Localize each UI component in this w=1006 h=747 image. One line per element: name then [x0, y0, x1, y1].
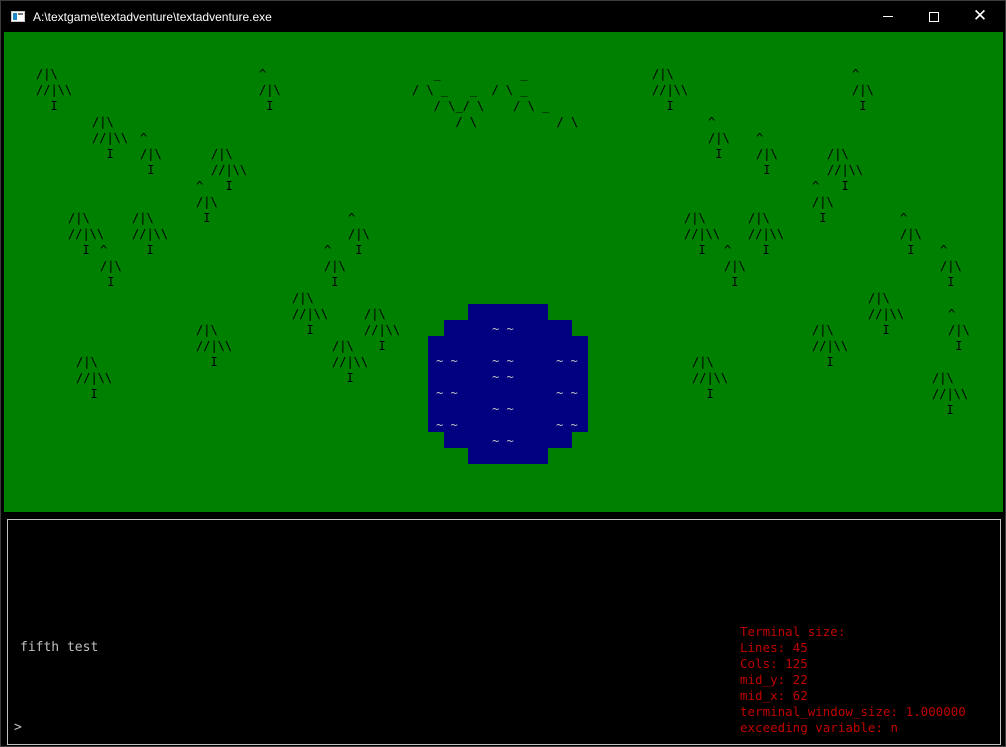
- close-button[interactable]: ✕: [957, 1, 1003, 32]
- tree: ^ /|\ I: [196, 179, 218, 225]
- tree: /|\ //|\\ I: [332, 339, 369, 385]
- debug-line: Terminal size:: [740, 624, 846, 639]
- close-icon: ✕: [972, 6, 988, 26]
- wave: ~ ~: [436, 386, 458, 400]
- debug-line: Lines: 45: [740, 640, 808, 655]
- tree: ^ /|\ I: [756, 131, 778, 177]
- tree: ^ /|\ I: [948, 307, 970, 353]
- tree: ^ /|\ I: [812, 179, 834, 225]
- wave: ~ ~: [492, 402, 514, 416]
- tree: ^ /|\ I: [348, 211, 370, 257]
- console-app-icon: [11, 11, 25, 22]
- tree: /|\ //|\\ I: [684, 211, 721, 257]
- title-bar[interactable]: A:\textgame\textadventure\textadventure.…: [1, 1, 1005, 32]
- wave: ~ ~: [492, 354, 514, 368]
- maximize-icon: [929, 11, 939, 22]
- tree: ^ /|\ I: [708, 115, 730, 161]
- game-message: fifth test: [20, 640, 99, 655]
- maximize-button[interactable]: [911, 1, 957, 32]
- tree: ^ /|\ I: [900, 211, 922, 257]
- tree: ^ /|\ I: [100, 243, 122, 289]
- tree: /|\ //|\\ I: [76, 355, 113, 401]
- wave: ~ ~: [556, 354, 578, 368]
- wave: ~ ~: [436, 354, 458, 368]
- debug-line: mid_y: 22: [740, 672, 808, 687]
- minimize-icon: [883, 16, 893, 17]
- tree: /|\ //|\\ I: [812, 323, 849, 369]
- tree: /|\ //|\\ I: [196, 323, 233, 369]
- debug-line: terminal_window_size: 1.000000: [740, 704, 966, 719]
- tree: ^ /|\ I: [140, 131, 162, 177]
- tree: /|\ //|\\ I: [692, 355, 729, 401]
- debug-line: Cols: 125: [740, 656, 808, 671]
- debug-info: Terminal size: Lines: 45 Cols: 125 mid_y…: [740, 624, 966, 736]
- wave: ~ ~: [492, 370, 514, 384]
- tree: ^ /|\ I: [852, 67, 874, 113]
- window-title: A:\textgame\textadventure\textadventure.…: [33, 10, 272, 24]
- wave: ~ ~: [436, 418, 458, 432]
- debug-line: mid_x: 62: [740, 688, 808, 703]
- tree: /|\ //|\\ I: [92, 115, 129, 161]
- tree: ^ /|\ I: [324, 243, 346, 289]
- console-panel: fifth test > Terminal size: Lines: 45 Co…: [7, 519, 1001, 745]
- wave: ~ ~: [556, 386, 578, 400]
- tree: /|\ //|\\ I: [132, 211, 169, 257]
- tree: /|\ //|\\ I: [68, 211, 105, 257]
- tree: /|\ //|\\ I: [364, 307, 401, 353]
- mountain-range: _ _ / \ _ _ / \ _ / \_/ \ / \ _ / \ / \: [412, 67, 579, 129]
- tree: /|\ //|\\ I: [292, 291, 329, 337]
- tree: ^ /|\ I: [940, 243, 962, 289]
- tree: /|\ //|\\ I: [748, 211, 785, 257]
- debug-line: exceeding variable: n: [740, 720, 899, 735]
- wave: ~ ~: [492, 322, 514, 336]
- terminal-window: A:\textgame\textadventure\textadventure.…: [0, 0, 1006, 747]
- tree: /|\ //|\\ I: [932, 371, 969, 417]
- tree: /|\ //|\\ I: [36, 67, 73, 113]
- minimize-button[interactable]: [865, 1, 911, 32]
- tree: /|\ //|\\ I: [652, 67, 689, 113]
- wave: ~ ~: [492, 434, 514, 448]
- input-prompt[interactable]: >: [14, 720, 22, 735]
- tree: ^ /|\ I: [259, 67, 281, 113]
- tree: ^ /|\ I: [724, 243, 746, 289]
- wave: ~ ~: [556, 418, 578, 432]
- tree: /|\ //|\\ I: [868, 291, 905, 337]
- game-map: /|\ //|\\ I ^ /|\ I /|\ //|\\ I ^ /|\ I …: [4, 32, 1003, 512]
